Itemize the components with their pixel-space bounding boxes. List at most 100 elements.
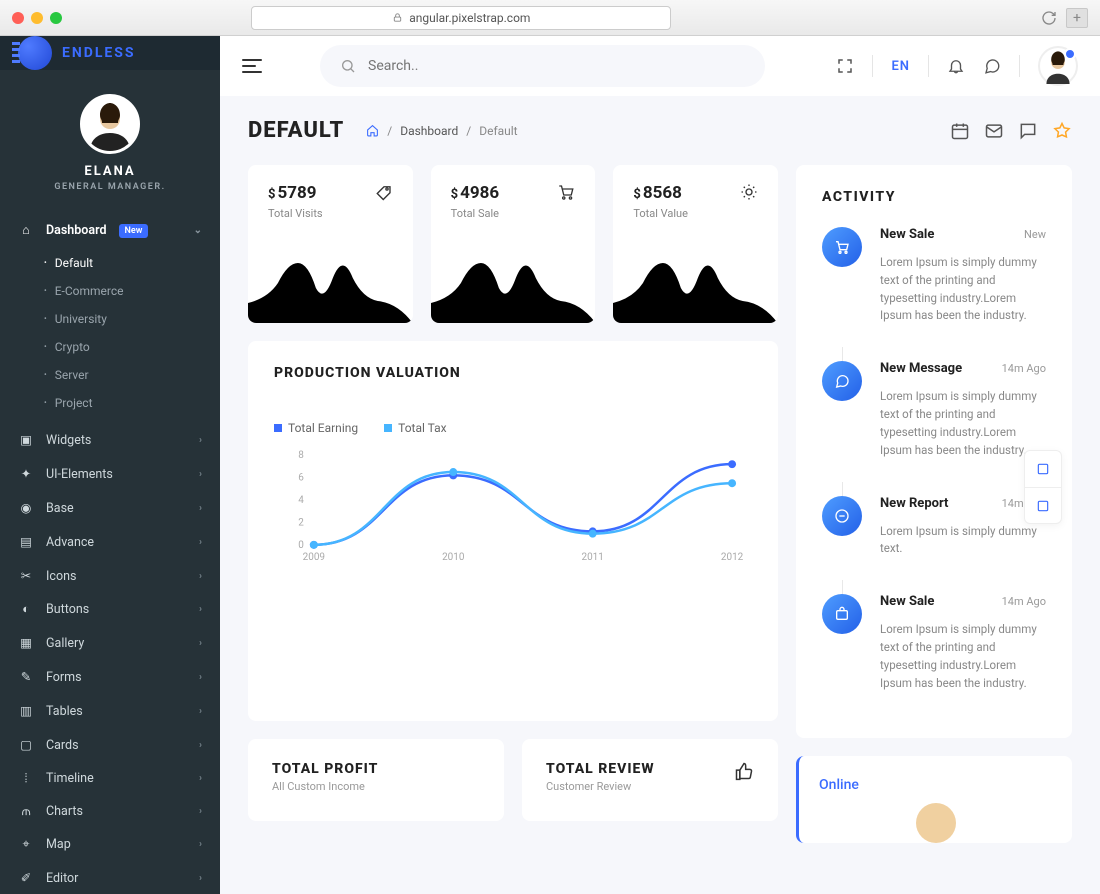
chat-icon: [822, 361, 862, 401]
nav-item-base[interactable]: ◉Base›: [0, 491, 220, 525]
thumbs-up-icon[interactable]: [734, 761, 754, 781]
menu-toggle-button[interactable]: [242, 55, 262, 77]
window-minimize-icon[interactable]: [31, 12, 43, 24]
nav-item-charts[interactable]: ⫙Charts›: [0, 795, 220, 828]
nav-item-forms[interactable]: ✎Forms›: [0, 660, 220, 694]
stat-value: $4986: [451, 183, 499, 203]
reload-icon[interactable]: [1041, 10, 1057, 26]
chevron-right-icon: ›: [199, 469, 202, 480]
nav-item-dashboard[interactable]: ⌂DashboardNew⌄: [0, 214, 220, 247]
chevron-right-icon: ›: [199, 604, 202, 615]
activity-name: New Report: [880, 496, 948, 511]
mail-icon[interactable]: [984, 121, 1004, 141]
cart-icon: [822, 227, 862, 267]
total-profit-card: TOTAL PROFIT All Custom Income: [248, 739, 504, 821]
bell-icon[interactable]: [947, 57, 965, 75]
nav-item-widgets[interactable]: ▣Widgets›: [0, 423, 220, 457]
nav-item-cards[interactable]: ▢Cards›: [0, 728, 220, 762]
chevron-right-icon: ›: [199, 638, 202, 649]
nav-icon: ▦: [18, 635, 34, 651]
url-bar[interactable]: angular.pixelstrap.com: [251, 6, 671, 30]
chevron-right-icon: ›: [199, 672, 202, 683]
activity-item: New Report14m AgoLorem Ipsum is simply d…: [822, 496, 1046, 573]
comment-icon[interactable]: [1018, 121, 1038, 141]
nav-icon: ✦: [18, 466, 34, 482]
profile-avatar: [80, 94, 140, 154]
activity-item: New Sale14m AgoLorem Ipsum is simply dum…: [822, 594, 1046, 706]
nav-item-buttons[interactable]: ◐Buttons›: [0, 593, 220, 626]
activity-time: New: [1024, 228, 1046, 241]
logo-icon: [18, 36, 52, 70]
nav-item-gallery[interactable]: ▦Gallery›: [0, 626, 220, 660]
tool-2-button[interactable]: [1025, 487, 1061, 523]
window-zoom-icon[interactable]: [50, 12, 62, 24]
nav-item-icons[interactable]: ✂Icons›: [0, 559, 220, 593]
new-badge: New: [119, 224, 149, 238]
profile-role: GENERAL MANAGER.: [0, 182, 220, 192]
svg-text:6: 6: [298, 473, 304, 484]
svg-text:2010: 2010: [442, 552, 465, 563]
profit-title: TOTAL PROFIT: [272, 761, 480, 777]
nav-item-timeline[interactable]: ⦙Timeline›: [0, 762, 220, 795]
review-sub: Customer Review: [546, 780, 655, 793]
activity-desc: Lorem Ipsum is simply dummy text.: [880, 523, 1046, 559]
breadcrumb-dashboard[interactable]: Dashboard: [400, 124, 458, 138]
chevron-right-icon: ›: [199, 740, 202, 751]
chat-icon[interactable]: [983, 57, 1001, 75]
svg-text:2012: 2012: [721, 552, 744, 563]
stat-card-total-sale: $4986Total Sale: [431, 165, 596, 323]
chevron-right-icon: ›: [199, 773, 202, 784]
chevron-right-icon: ›: [199, 503, 202, 514]
tool-1-button[interactable]: [1025, 451, 1061, 487]
profile-name: ELANA: [0, 164, 220, 179]
stat-card-total-visits: $5789Total Visits: [248, 165, 413, 323]
breadcrumb: / Dashboard / Default: [366, 124, 517, 138]
stat-label: Total Value: [633, 207, 688, 220]
user-avatar[interactable]: [1038, 46, 1078, 86]
calendar-icon[interactable]: [950, 121, 970, 141]
window-close-icon[interactable]: [12, 12, 24, 24]
stat-value: $8568: [633, 183, 688, 203]
nav-item-tables[interactable]: ▥Tables›: [0, 694, 220, 728]
activity-name: New Sale: [880, 227, 934, 242]
subnav-e-commerce[interactable]: E-Commerce: [44, 277, 220, 305]
svg-text:0: 0: [298, 540, 304, 551]
subnav-project[interactable]: Project: [44, 389, 220, 417]
home-icon[interactable]: [366, 124, 379, 137]
nav-item-advance[interactable]: ▤Advance›: [0, 525, 220, 559]
nav-item-ui-elements[interactable]: ✦UI-Elements›: [0, 457, 220, 491]
online-card: Online: [796, 756, 1072, 843]
activity-title: ACTIVITY: [822, 189, 1046, 205]
nav-icon: ▤: [18, 534, 34, 550]
new-tab-button[interactable]: +: [1066, 8, 1088, 28]
language-switch[interactable]: EN: [891, 59, 910, 74]
nav-icon: ⌖: [18, 837, 34, 852]
activity-desc: Lorem Ipsum is simply dummy text of the …: [880, 621, 1046, 692]
subnav-crypto[interactable]: Crypto: [44, 333, 220, 361]
nav-item-map[interactable]: ⌖Map›: [0, 828, 220, 861]
stats-row: $5789Total Visits$4986Total Sale $8568 Tot…: [248, 165, 778, 323]
nav-icon: ⌂: [18, 223, 34, 238]
legend-tax: Total Tax: [384, 421, 447, 435]
url-text: angular.pixelstrap.com: [409, 11, 530, 25]
profile[interactable]: ELANA GENERAL MANAGER.: [0, 70, 220, 208]
logo[interactable]: ENDLESS: [0, 36, 220, 70]
search-box[interactable]: [320, 45, 765, 87]
side-tools: [1024, 450, 1062, 524]
nav-item-editor[interactable]: ✐Editor›: [0, 861, 220, 894]
online-label: Online: [819, 777, 859, 793]
subnav-university[interactable]: University: [44, 305, 220, 333]
main: EN DEFAULT / Dashboard / Default: [220, 36, 1100, 894]
topbar: EN: [220, 36, 1100, 96]
stat-label: Total Visits: [268, 207, 323, 220]
total-review-card: TOTAL REVIEW Customer Review: [522, 739, 778, 821]
fullscreen-icon[interactable]: [836, 57, 854, 75]
subnav-server[interactable]: Server: [44, 361, 220, 389]
svg-text:2011: 2011: [581, 552, 603, 563]
chevron-right-icon: ›: [199, 839, 202, 850]
star-icon[interactable]: [1052, 121, 1072, 141]
bag-icon: [822, 594, 862, 634]
search-input[interactable]: [368, 58, 745, 74]
subnav-default[interactable]: Default: [44, 249, 220, 277]
activity-item: New Message14m AgoLorem Ipsum is simply …: [822, 361, 1046, 473]
